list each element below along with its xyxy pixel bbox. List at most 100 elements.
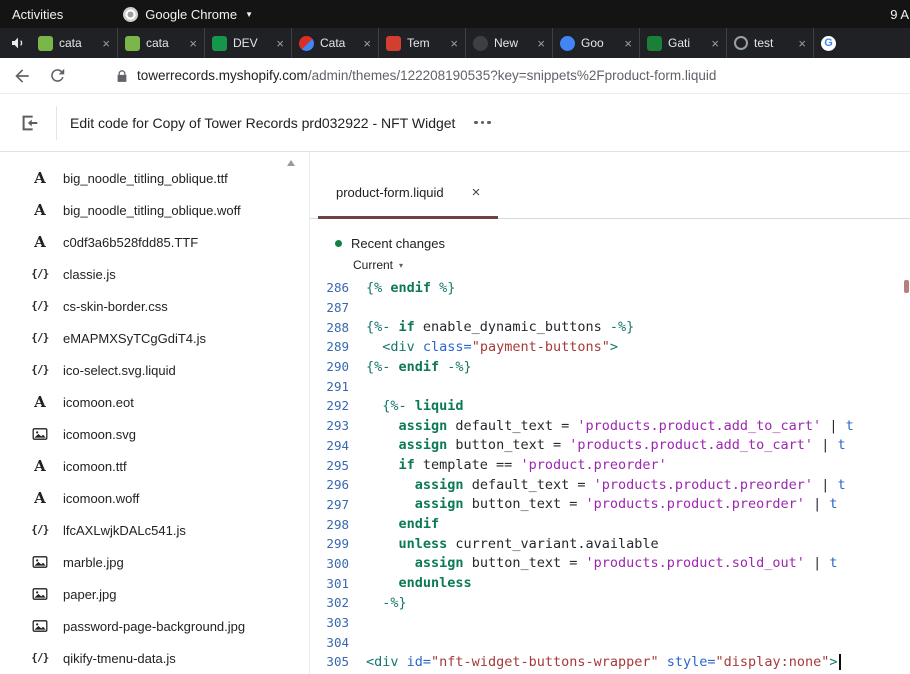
code-line[interactable]: 290{%- endif -%} — [310, 357, 910, 377]
browser-tab[interactable]: New× — [466, 28, 553, 58]
browser-tab[interactable]: cata× — [31, 28, 118, 58]
file-item[interactable]: {/}eMAPMXSyTCgGdiT4.js — [0, 322, 309, 354]
file-name: qikify-tmenu-data.js — [63, 651, 176, 666]
code-line[interactable]: 297 assign button_text = 'products.produ… — [310, 495, 910, 515]
browser-tab[interactable]: test× — [727, 28, 814, 58]
code-line[interactable]: 287 — [310, 298, 910, 318]
browser-tab[interactable]: Goo× — [553, 28, 640, 58]
line-content: -%} — [349, 595, 407, 611]
file-item[interactable]: {/}cs-skin-border.css — [0, 290, 309, 322]
browser-tabs: cata×cata×DEV×Cata×Tem×New×Goo×Gati×test… — [31, 28, 910, 58]
file-item[interactable]: Abig_noodle_titling_oblique.woff — [0, 194, 309, 226]
page-title: Edit code for Copy of Tower Records prd0… — [70, 115, 455, 131]
file-name: c0df3a6b528fdd85.TTF — [63, 235, 198, 250]
line-content: {%- liquid — [349, 398, 464, 414]
file-item[interactable]: marble.jpg — [0, 546, 309, 578]
file-item[interactable]: A — [0, 152, 309, 162]
code-line[interactable]: 303 — [310, 613, 910, 633]
file-name: big_noodle_titling_oblique.ttf — [63, 171, 228, 186]
line-number: 297 — [310, 497, 349, 512]
tab-close-icon[interactable]: × — [450, 36, 458, 51]
file-item[interactable]: password-page-background.jpg — [0, 610, 309, 642]
code-line[interactable]: 305<div id="nft-widget-buttons-wrapper" … — [310, 652, 910, 672]
file-item[interactable]: paper.jpg — [0, 578, 309, 610]
line-content: unless current_variant.available — [349, 536, 659, 552]
file-sidebar: AAbig_noodle_titling_oblique.ttfAbig_noo… — [0, 152, 310, 674]
file-name: icomoon.woff — [63, 491, 139, 506]
reload-button[interactable] — [48, 66, 67, 85]
file-tab-close-icon[interactable]: × — [472, 184, 481, 201]
code-line[interactable]: 298 endif — [310, 514, 910, 534]
caret-down-icon: ▼ — [245, 10, 253, 19]
code-line[interactable]: 300 assign button_text = 'products.produ… — [310, 554, 910, 574]
browser-tab[interactable]: Cata× — [292, 28, 379, 58]
version-selector[interactable]: Current ▾ — [353, 258, 403, 272]
back-button[interactable] — [12, 66, 32, 86]
tab-close-icon[interactable]: × — [276, 36, 284, 51]
file-name: marble.jpg — [63, 555, 124, 570]
file-item[interactable]: Abig_noodle_titling_oblique.ttf — [0, 162, 309, 194]
code-line[interactable]: 292 {%- liquid — [310, 396, 910, 416]
file-item[interactable]: Ac0df3a6b528fdd85.TTF — [0, 226, 309, 258]
code-file-icon: {/} — [30, 268, 50, 280]
code-line[interactable]: 294 assign button_text = 'products.produ… — [310, 436, 910, 456]
file-item[interactable]: {/}classie.js — [0, 258, 309, 290]
file-item[interactable]: {/}lfcAXLwjkDALc541.js — [0, 514, 309, 546]
file-item[interactable]: {/}ico-select.svg.liquid — [0, 354, 309, 386]
more-options-button[interactable] — [468, 115, 497, 131]
file-item[interactable]: icomoon.svg — [0, 418, 309, 450]
line-number: 305 — [310, 654, 349, 669]
tab-close-icon[interactable]: × — [624, 36, 632, 51]
code-line[interactable]: 286{% endif %} — [310, 278, 910, 298]
line-number: 289 — [310, 339, 349, 354]
tab-close-icon[interactable]: × — [102, 36, 110, 51]
editor-scrollbar-thumb[interactable] — [904, 280, 909, 293]
collapse-sidebar-button[interactable] — [18, 112, 40, 134]
code-line[interactable]: 293 assign default_text = 'products.prod… — [310, 416, 910, 436]
audio-speaker-icon[interactable] — [10, 35, 26, 51]
line-content: if template == 'product.preorder' — [349, 457, 667, 473]
tab-close-icon[interactable]: × — [363, 36, 371, 51]
file-item[interactable]: Aicomoon.eot — [0, 386, 309, 418]
browser-tab-strip: cata×cata×DEV×Cata×Tem×New×Goo×Gati×test… — [0, 28, 910, 58]
code-line[interactable]: 296 assign default_text = 'products.prod… — [310, 475, 910, 495]
lock-icon[interactable] — [115, 69, 129, 83]
code-line[interactable]: 288{%- if enable_dynamic_buttons -%} — [310, 317, 910, 337]
browser-tab[interactable]: cata× — [118, 28, 205, 58]
code-line[interactable]: 295 if template == 'product.preorder' — [310, 455, 910, 475]
code-line[interactable]: 291 — [310, 376, 910, 396]
browser-tab[interactable]: Tem × — [379, 28, 466, 58]
code-line[interactable]: 302 -%} — [310, 593, 910, 613]
browser-tab[interactable]: GG — [814, 28, 848, 58]
line-number: 294 — [310, 438, 349, 453]
code-line[interactable]: 304 — [310, 632, 910, 652]
file-item[interactable]: {/}qikify-tmenu-data.js — [0, 642, 309, 674]
code-line[interactable]: 299 unless current_variant.available — [310, 534, 910, 554]
globe-favicon — [734, 36, 748, 50]
file-item[interactable]: Aicomoon.woff — [0, 482, 309, 514]
image-file-icon — [30, 618, 50, 634]
code-line[interactable]: 301 endunless — [310, 573, 910, 593]
green-site-favicon — [647, 36, 662, 51]
tab-close-icon[interactable]: × — [189, 36, 197, 51]
scrollbar-up-arrow[interactable] — [287, 160, 295, 166]
tab-close-icon[interactable]: × — [798, 36, 806, 51]
file-item[interactable]: Aicomoon.ttf — [0, 450, 309, 482]
tab-close-icon[interactable]: × — [711, 36, 719, 51]
line-content: <div class="payment-buttons"> — [349, 339, 618, 355]
address-bar[interactable]: towerrecords.myshopify.com/admin/themes/… — [137, 68, 716, 83]
active-app-menu[interactable]: Google Chrome ▼ — [123, 7, 253, 22]
tab-close-icon[interactable]: × — [537, 36, 545, 51]
code-area[interactable]: 286{% endif %}287288{%- if enable_dynami… — [310, 278, 910, 674]
browser-tab[interactable]: DEV× — [205, 28, 292, 58]
line-content: endif — [349, 516, 439, 532]
code-editor-panel: product-form.liquid × Recent changes Cur… — [310, 152, 910, 674]
file-tab[interactable]: product-form.liquid × — [318, 169, 498, 219]
tab-title: Tem — [407, 36, 444, 50]
changes-dot-icon — [335, 240, 342, 247]
browser-tab[interactable]: Gati× — [640, 28, 727, 58]
url-path: /admin/themes/122208190535?key=snippets%… — [308, 68, 717, 83]
line-content: assign default_text = 'products.product.… — [349, 418, 854, 434]
code-line[interactable]: 289 <div class="payment-buttons"> — [310, 337, 910, 357]
activities-button[interactable]: Activities — [0, 7, 75, 22]
